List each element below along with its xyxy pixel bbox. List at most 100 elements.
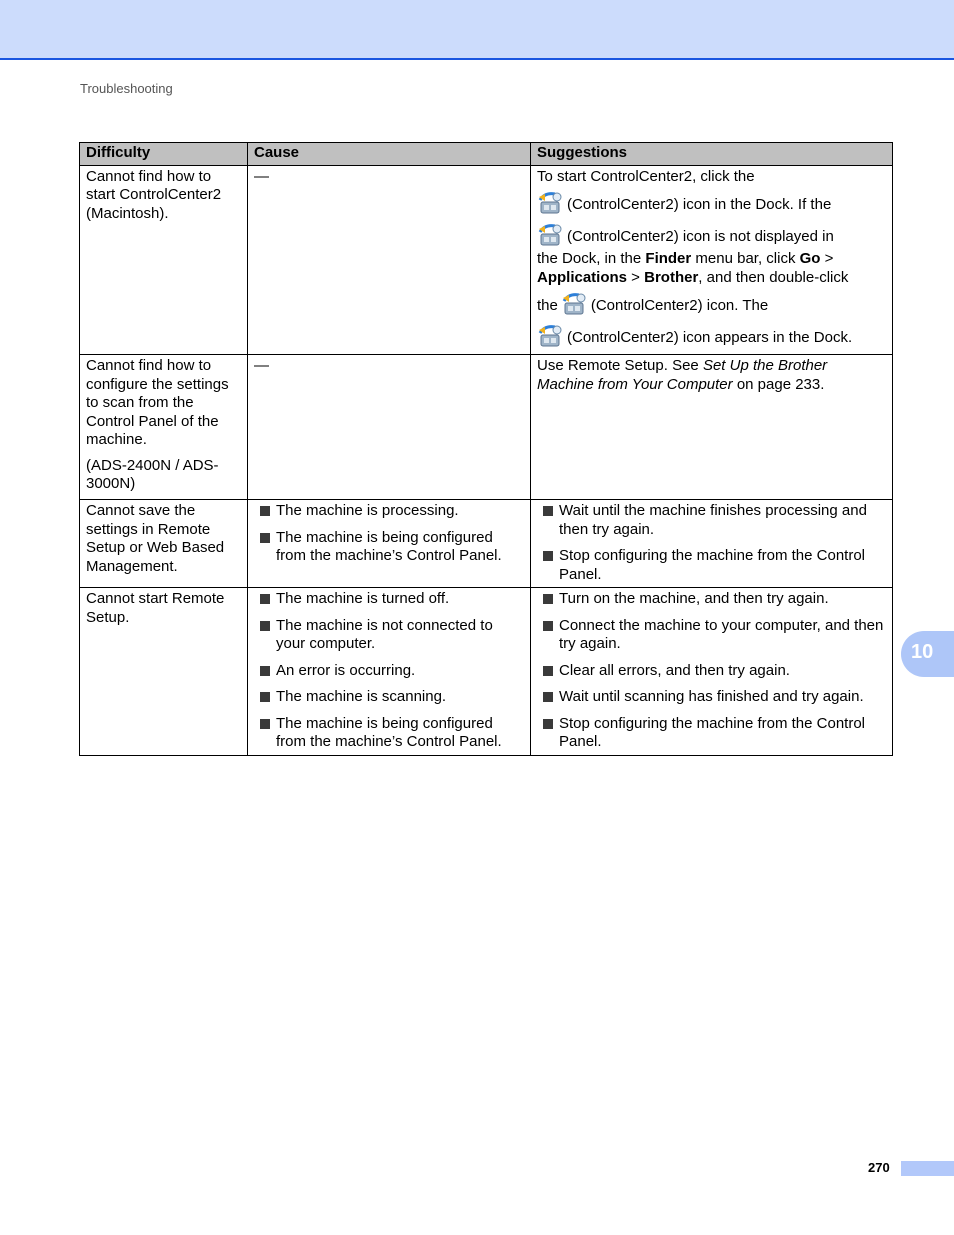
table-row: Cannot start Remote Setup. The machine i… [79,587,893,756]
cause-text: An error is occurring. [276,661,416,679]
suggestion-item: Stop configuring the machine from the Co… [537,547,886,584]
difficulty-models: (ADS-2400N / ADS-3000N) [86,456,219,493]
suggestion-text: Use Remote Setup. See [537,357,703,374]
column-header-cause: Cause [247,142,531,166]
controlcenter2-icon [537,190,563,216]
suggestion-item: Connect the machine to your computer, an… [537,617,886,654]
difficulty-text: Cannot save the settings in Remote Setup… [86,502,225,575]
applications-label: Applications [537,268,628,286]
column-header-difficulty: Difficulty [79,142,248,166]
square-bullet-icon [260,665,270,676]
cause-text: The machine is being configured from the… [276,714,502,751]
cause-text: The machine is processing. [276,502,459,519]
suggestion-text: > [820,250,834,267]
suggestion-text: , and then double-click [698,268,849,286]
suggestion-text: (ControlCenter2) icon is not displayed i… [567,228,834,245]
cause-cell: — [247,354,531,500]
cause-item: An error is occurring. [254,662,524,681]
square-bullet-icon [260,594,270,604]
suggestion-item: Wait until scanning has finished and try… [537,688,886,707]
suggestion-text: Use Remote Setup. See Set Up the Brother… [537,357,886,394]
troubleshooting-table: Difficulty Cause Suggestions Cannot find… [79,142,893,756]
square-bullet-icon [543,665,553,676]
square-bullet-icon [260,620,270,631]
chapter-tab[interactable]: 10 [901,631,954,677]
cause-text: The machine is turned off. [276,590,450,607]
difficulty-cell: Cannot find how to start ControlCenter2 … [79,164,248,355]
suggestion-text: the Dock, in the [537,250,646,267]
suggestion-text: Stop configuring the machine from the Co… [559,547,865,583]
suggestion-text: Connect the machine to your computer, an… [559,616,884,653]
suggestion-item: Clear all errors, and then try again. [537,662,886,681]
difficulty-text: Cannot find how to configure the setting… [86,357,229,448]
suggestion-text: menu bar, click [691,250,800,267]
square-bullet-icon [260,718,270,729]
suggestion-line: Applications > Brother, and then double-… [537,269,886,288]
suggestions-cell: Wait until the machine finishes processi… [530,499,893,588]
suggestion-text: (ControlCenter2) icon. The [590,297,769,314]
suggestion-item: Stop configuring the machine from the Co… [537,715,886,752]
cause-text: — [254,167,269,185]
cause-item: The machine is turned off. [254,590,524,609]
square-bullet-icon [543,551,553,561]
difficulty-cell: Cannot find how to configure the setting… [79,354,248,500]
table-row: Cannot find how to configure the setting… [79,354,893,500]
suggestion-line: the (ControlCenter2) icon. The [537,292,886,319]
suggestion-text: Stop configuring the machine from the Co… [559,714,865,751]
square-bullet-icon [543,692,553,702]
cause-item: The machine is processing. [254,502,524,521]
cause-item: The machine is scanning. [254,688,524,707]
suggestion-text: the [537,297,558,314]
suggestions-cell: Turn on the machine, and then try again.… [530,587,893,756]
suggestion-text: on page 233. [732,375,825,393]
cause-item: The machine is being configured from the… [254,529,524,566]
square-bullet-icon [260,692,270,702]
square-bullet-icon [543,718,553,729]
cause-item: The machine is being configured from the… [254,715,524,752]
suggestion-text: To start ControlCenter2, click the [537,167,755,185]
table-header-row: Difficulty Cause Suggestions [79,142,893,166]
controlcenter2-icon [537,222,563,248]
controlcenter2-icon [561,291,587,317]
table-row: Cannot find how to start ControlCenter2 … [79,164,893,355]
cause-cell: The machine is processing. The machine i… [247,499,531,588]
cause-text: — [254,357,269,374]
square-bullet-icon [543,506,553,516]
column-header-suggestions: Suggestions [530,142,893,166]
square-bullet-icon [543,594,553,604]
suggestion-line: (ControlCenter2) icon in the Dock. If th… [537,191,886,218]
difficulty-cell: Cannot save the settings in Remote Setup… [79,499,248,588]
controlcenter2-icon [537,323,563,349]
difficulty-text: Cannot start Remote Setup. [86,590,225,626]
finder-menu-label: Finder [645,250,692,267]
suggestions-cell: To start ControlCenter2, click the (Cont… [530,164,893,355]
cause-text: The machine is not connected to your com… [276,616,493,653]
table-row: Cannot save the settings in Remote Setup… [79,499,893,588]
suggestion-item: Turn on the machine, and then try again. [537,590,886,609]
suggestion-item: Wait until the machine finishes processi… [537,502,886,539]
square-bullet-icon [260,506,270,516]
cause-text: The machine is being configured from the… [276,528,502,565]
suggestion-text: > [627,268,645,286]
suggestion-line: (ControlCenter2) icon appears in the Doc… [537,324,886,351]
difficulty-text: Cannot find how to start ControlCenter2 … [86,167,222,222]
chapter-number: 10 [911,641,934,663]
suggestion-text: Wait until the machine finishes processi… [559,502,867,538]
page-number: 270 [868,1160,890,1175]
cause-cell: — [247,164,531,355]
suggestion-text: Wait until scanning has finished and try… [559,688,864,705]
suggestion-text: Clear all errors, and then try again. [559,661,790,679]
cause-cell: The machine is turned off. The machine i… [247,587,531,756]
suggestion-line: the Dock, in the Finder menu bar, click … [537,250,886,269]
cause-item: The machine is not connected to your com… [254,617,524,654]
suggestion-text: (ControlCenter2) icon in the Dock. If th… [567,196,832,213]
square-bullet-icon [260,532,270,543]
suggestion-text: (ControlCenter2) icon appears in the Doc… [567,329,853,346]
suggestion-line: (ControlCenter2) icon is not displayed i… [537,223,886,250]
suggestions-cell: Use Remote Setup. See Set Up the Brother… [530,354,893,500]
difficulty-cell: Cannot start Remote Setup. [79,587,248,756]
cause-text: The machine is scanning. [276,688,447,705]
section-title: Troubleshooting [80,81,173,96]
suggestion-text: Turn on the machine, and then try again. [559,590,829,607]
top-header-band [0,0,954,60]
